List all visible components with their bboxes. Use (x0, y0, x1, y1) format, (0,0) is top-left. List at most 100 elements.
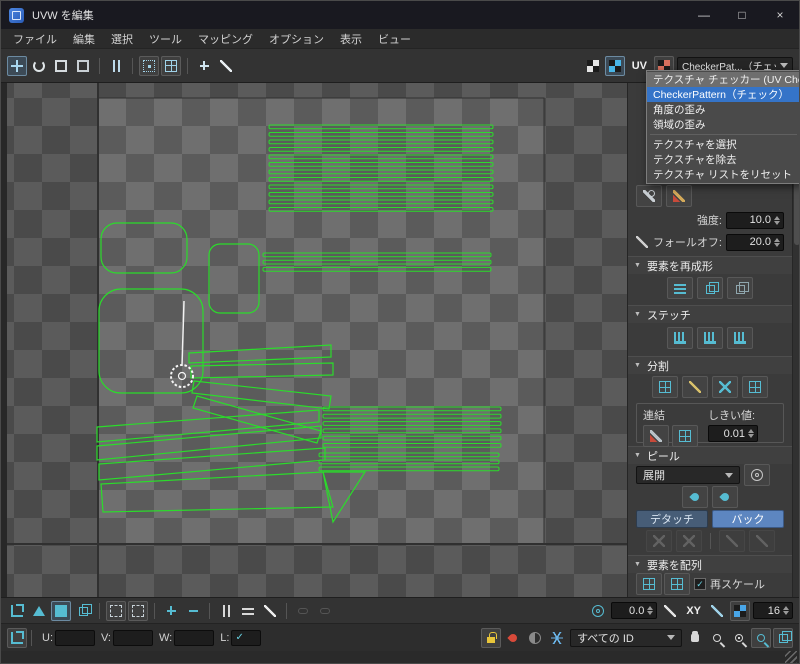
uv-strip[interactable] (263, 267, 491, 271)
uv-strip[interactable] (269, 178, 493, 182)
slash-icon[interactable] (660, 601, 680, 621)
resize-grip[interactable] (785, 651, 797, 663)
uv-island[interactable] (97, 410, 319, 442)
absolute-coords-icon[interactable] (7, 628, 27, 648)
uv-strip[interactable] (269, 200, 493, 204)
detach-button[interactable]: デタッチ (636, 510, 708, 528)
uv-space-toggle-icon[interactable] (7, 601, 27, 621)
close-button[interactable]: × (761, 1, 799, 29)
move-icon[interactable] (7, 56, 27, 76)
uv-strip[interactable] (319, 453, 499, 457)
menu-view[interactable]: ビュー (370, 29, 419, 48)
uv-island[interactable] (323, 472, 365, 522)
element-mode-icon[interactable] (73, 601, 93, 621)
select-region-icon[interactable] (106, 601, 126, 621)
grid-snap-checker-icon[interactable] (730, 601, 750, 621)
draw-seam-icon[interactable] (216, 56, 236, 76)
menu-item-pick-texture[interactable]: テクスチャを選択 (647, 137, 800, 152)
titlebar[interactable]: UVW を編集 — □ × (1, 1, 799, 29)
stitch-average-icon[interactable] (727, 327, 753, 349)
l-toggle[interactable]: ✓ (231, 630, 261, 646)
zoom-to-gizmo-icon[interactable] (773, 628, 793, 648)
menu-select[interactable]: 選択 (103, 29, 141, 48)
paint-relax-icon[interactable] (666, 185, 692, 207)
mirror-icon[interactable] (106, 56, 126, 76)
lock-selection-icon[interactable] (481, 628, 501, 648)
rotate-angle-spinner[interactable]: 0.0 (611, 602, 657, 619)
uv-strip[interactable] (269, 148, 493, 152)
menu-mapping[interactable]: マッピング (190, 29, 261, 48)
uv-strip[interactable] (269, 163, 493, 167)
uv-strip[interactable] (263, 260, 491, 264)
u-input[interactable] (55, 630, 95, 646)
select-lasso-icon[interactable] (128, 601, 148, 621)
menu-item-angle-distortion[interactable]: 角度の歪み (647, 102, 800, 117)
scale-icon[interactable] (51, 56, 71, 76)
uv-island[interactable] (99, 448, 325, 480)
linear-align-icon[interactable] (260, 601, 280, 621)
menu-options[interactable]: オプション (261, 29, 332, 48)
w-input[interactable] (174, 630, 214, 646)
uv-strip[interactable] (323, 414, 501, 418)
uv-island[interactable] (192, 381, 331, 409)
uv-strip[interactable] (323, 422, 501, 426)
id-filter-select[interactable]: すべての ID (570, 629, 682, 647)
rollout-reshape-elements[interactable]: 要素を再成形 (628, 256, 792, 274)
select-island-icon[interactable] (161, 56, 181, 76)
checker-bw-icon[interactable] (583, 56, 603, 76)
uv-strip[interactable] (269, 140, 493, 144)
uv-island[interactable] (101, 472, 333, 512)
split-edge-pen-icon[interactable] (682, 376, 708, 398)
menu-edit[interactable]: 編集 (65, 29, 103, 48)
weld-brush-icon[interactable] (643, 425, 669, 447)
rollout-stitch[interactable]: ステッチ (628, 305, 792, 323)
menu-item-checker-pattern[interactable]: CheckerPattern（チェック） (647, 87, 800, 102)
falloff-spinner[interactable]: 20.0 (726, 234, 784, 251)
uv-canvas[interactable] (7, 83, 627, 597)
zoom-extents-icon[interactable] (751, 628, 771, 648)
straighten-selection-icon[interactable] (667, 277, 693, 299)
freeze-icon[interactable] (547, 628, 567, 648)
uv-strip[interactable] (269, 155, 493, 159)
uv-island[interactable] (101, 223, 187, 273)
zoom-region-icon[interactable] (729, 628, 749, 648)
rollout-arrange-elements[interactable]: 要素を配列 (628, 555, 792, 573)
grid-size-spinner[interactable]: 16 (753, 602, 793, 619)
split-polygon-icon[interactable] (712, 376, 738, 398)
menu-item-area-distortion[interactable]: 領域の歪み (647, 117, 800, 132)
menu-tools[interactable]: ツール (141, 29, 190, 48)
stitch-source-icon[interactable] (697, 327, 723, 349)
peel-mode-icon[interactable] (712, 486, 738, 508)
uv-island[interactable] (209, 244, 259, 313)
peel-mode-select[interactable]: 展開 (636, 466, 740, 484)
stitch-custom-icon[interactable] (667, 327, 693, 349)
align-vertical-icon[interactable] (238, 601, 258, 621)
align-horizontal-icon[interactable] (216, 601, 236, 621)
quick-peel-icon[interactable] (682, 486, 708, 508)
menu-item-reset-texture-list[interactable]: テクスチャ リストをリセット (647, 167, 800, 182)
pan-hand-icon[interactable] (685, 628, 705, 648)
snap-toggle-icon[interactable] (194, 56, 214, 76)
zoom-icon[interactable] (707, 628, 727, 648)
relax-until-flat-icon[interactable] (697, 277, 723, 299)
uv-strip[interactable] (323, 436, 501, 440)
checker-color-icon[interactable] (605, 56, 625, 76)
select-overlap-icon[interactable] (139, 56, 159, 76)
uv-strip[interactable] (269, 193, 493, 197)
uv-strip[interactable] (269, 208, 493, 212)
freeform-gizmo-icon[interactable] (73, 56, 93, 76)
rotate-gizmo-icon[interactable] (588, 601, 608, 621)
polygon-mode-icon[interactable] (29, 601, 49, 621)
edge-loop-icon[interactable] (707, 601, 727, 621)
peel-settings-icon[interactable] (744, 464, 770, 486)
maximize-button[interactable]: □ (723, 1, 761, 29)
menu-display[interactable]: 表示 (332, 29, 370, 48)
v-input[interactable] (113, 630, 153, 646)
menu-item-remove-texture[interactable]: テクスチャを除去 (647, 152, 800, 167)
back-button[interactable]: バック (712, 510, 784, 528)
relax-custom-icon[interactable] (727, 277, 753, 299)
uv-island[interactable] (97, 426, 321, 460)
uv-strip[interactable] (319, 460, 499, 464)
uv-strip[interactable] (269, 185, 493, 189)
xy-axis-label[interactable]: XY (686, 605, 701, 617)
